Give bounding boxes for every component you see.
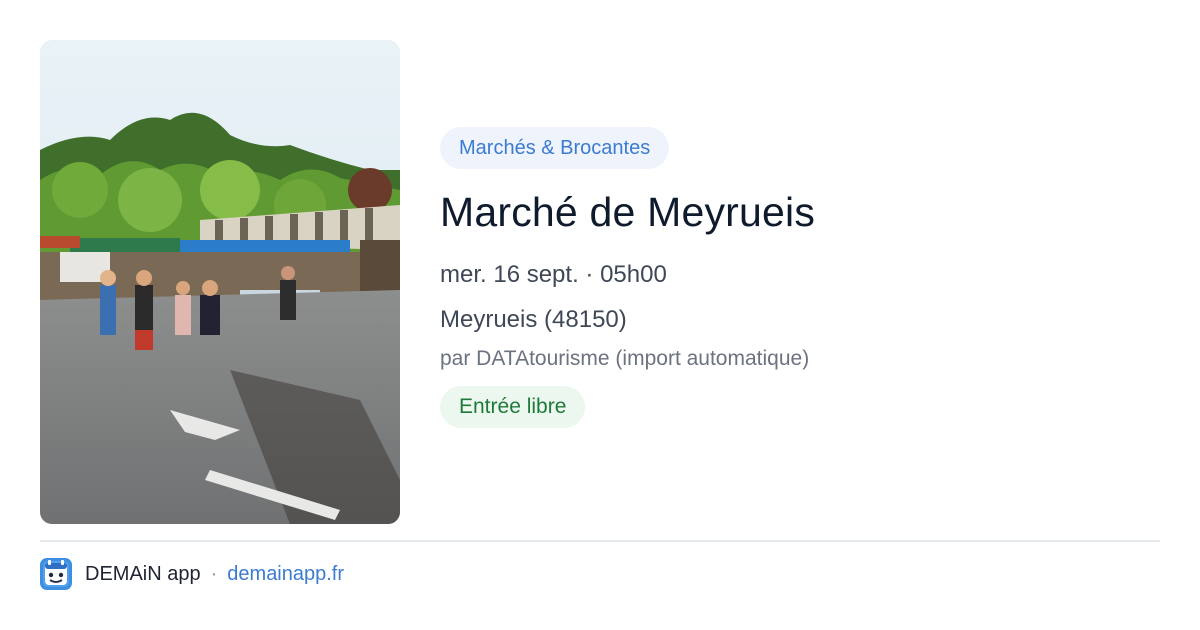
demain-logo-icon [40, 558, 72, 590]
footer-divider [40, 540, 1160, 542]
event-location: Meyrueis (48150) [440, 306, 627, 333]
event-card: Marchés & Brocantes Marché de Meyrueis m… [0, 0, 1200, 630]
event-image[interactable] [40, 40, 400, 524]
event-title: Marché de Meyrueis [440, 189, 816, 235]
footer: DEMAiN app · demainapp.fr [40, 558, 344, 590]
event-source: par DATAtourisme (import automatique) [440, 347, 810, 370]
event-datetime: mer. 16 sept. · 05h00 [440, 261, 667, 288]
price-badge: Entrée libre [440, 386, 586, 428]
app-name: DEMAiN app [85, 562, 201, 585]
category-badge[interactable]: Marchés & Brocantes [440, 127, 670, 169]
footer-separator: · [210, 562, 218, 585]
app-website-link[interactable]: demainapp.fr [227, 563, 344, 586]
market-photo [40, 40, 400, 524]
event-info: Marchés & Brocantes Marché de Meyrueis m… [440, 127, 1160, 428]
